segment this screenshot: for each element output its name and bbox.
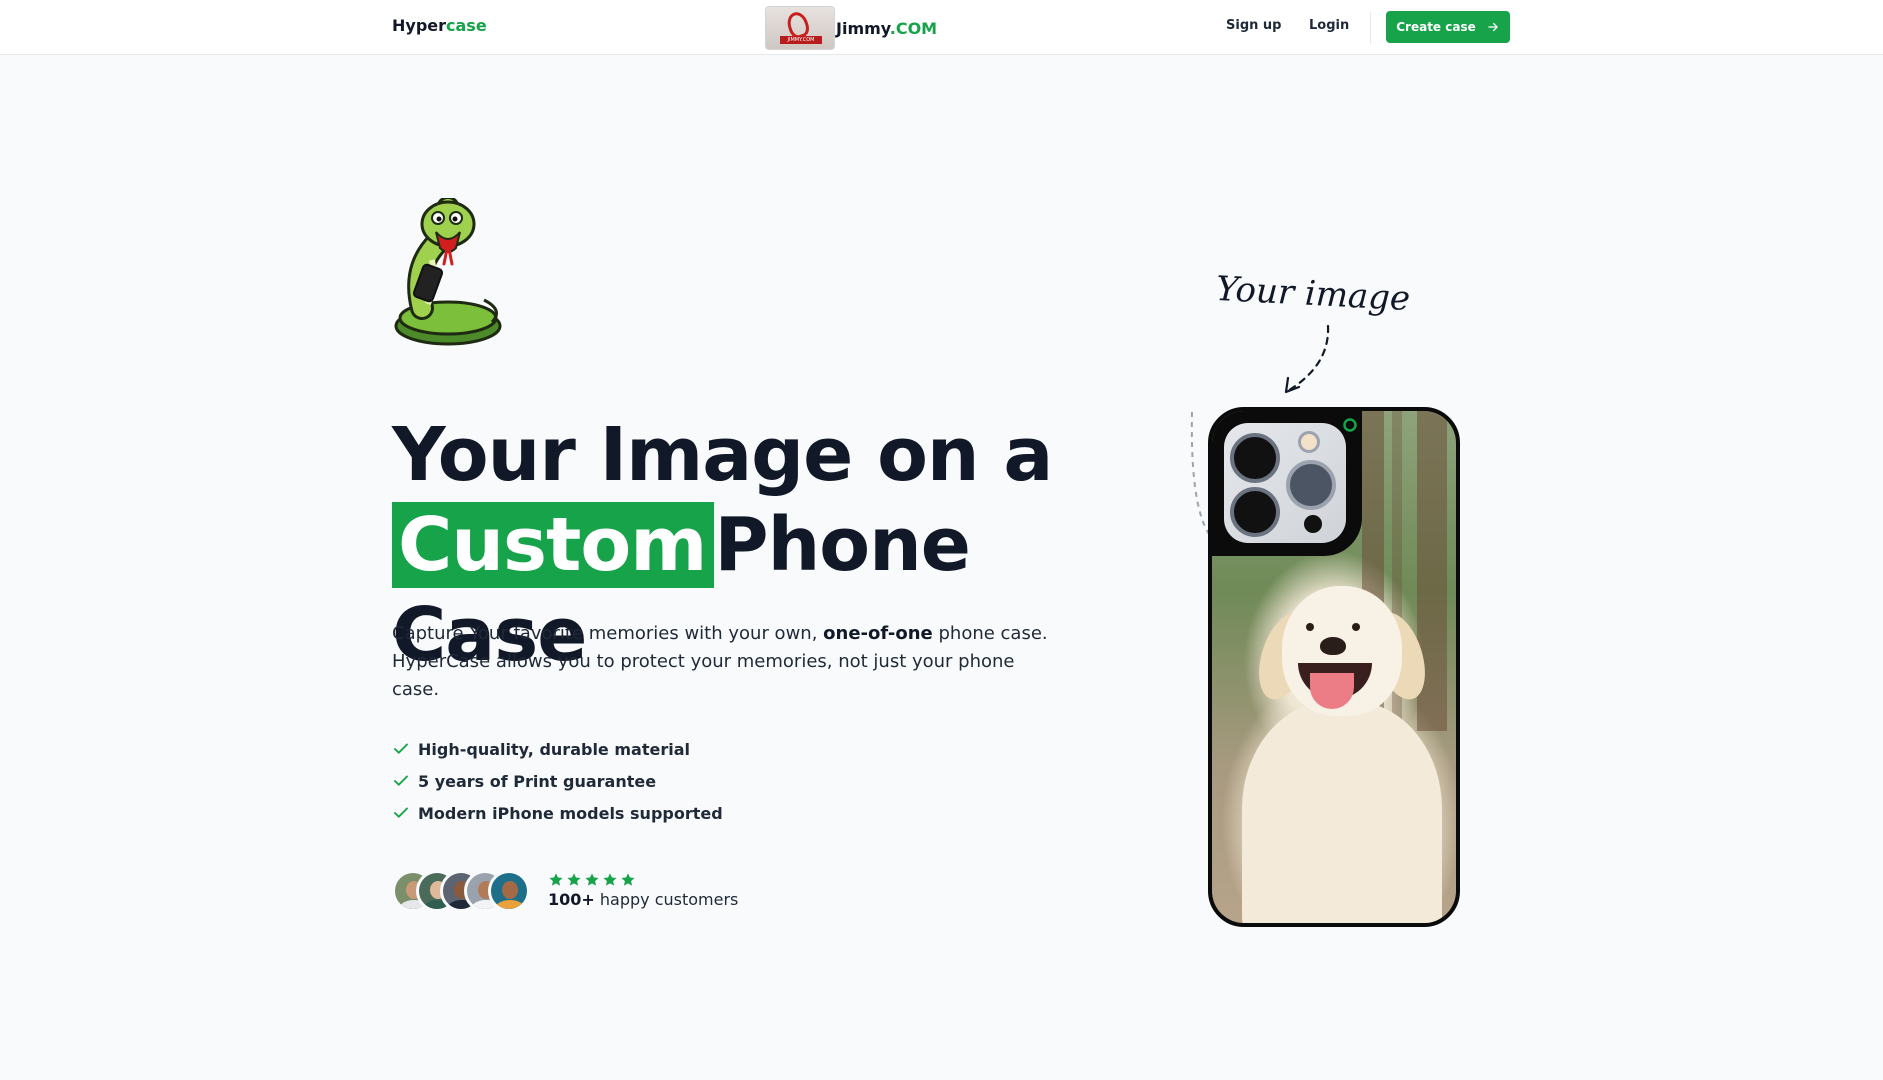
- star-icon: [549, 873, 563, 886]
- camera-lens-icon: [1230, 433, 1280, 483]
- desc-bold: one-of-one: [823, 623, 933, 644]
- center-site-logo[interactable]: JIMMY.COM Jimmy.COM: [766, 6, 937, 50]
- brand-logo[interactable]: Hypercase: [392, 16, 487, 35]
- star-icon: [603, 873, 617, 886]
- list-item: Modern iPhone models supported: [392, 797, 723, 829]
- snake-mascot-icon: [394, 198, 502, 346]
- brand-main: Hyper: [392, 16, 447, 35]
- customer-avatars: [392, 870, 530, 914]
- brand-accent: case: [446, 16, 487, 35]
- top-navbar: Hypercase JIMMY.COM Jimmy.COM Sign up Lo…: [0, 0, 1883, 55]
- feature-label: 5 years of Print guarantee: [418, 771, 657, 791]
- feature-label: Modern iPhone models supported: [418, 803, 723, 823]
- check-icon: [394, 743, 408, 754]
- nav-divider: [1370, 12, 1371, 44]
- signup-link[interactable]: Sign up: [1226, 18, 1281, 33]
- star-icon: [585, 873, 599, 886]
- feature-label: High-quality, durable material: [418, 739, 690, 759]
- center-name: Jimmy: [836, 18, 890, 38]
- camera-module: [1212, 411, 1362, 556]
- list-item: 5 years of Print guarantee: [392, 765, 723, 797]
- star-rating: [548, 872, 738, 888]
- create-case-label: Create case: [1396, 20, 1476, 34]
- check-icon: [394, 775, 408, 786]
- star-icon: [621, 873, 635, 886]
- your-image-annotation: Your image: [1215, 268, 1412, 320]
- phone-case-preview: [1208, 407, 1460, 927]
- camera-lens-icon: [1230, 487, 1280, 537]
- star-icon: [567, 873, 581, 886]
- feature-list: High-quality, durable material 5 years o…: [392, 733, 723, 829]
- rating-label: happy customers: [594, 890, 739, 909]
- headline-line1: Your Image on a: [392, 412, 1053, 498]
- customer-rating: 100+ happy customers: [548, 872, 738, 909]
- avatar: [488, 870, 530, 912]
- camera-lens-icon: [1286, 460, 1336, 510]
- rating-text: 100+ happy customers: [548, 890, 738, 909]
- check-icon: [394, 807, 408, 818]
- headline-highlight: Custom: [392, 502, 715, 588]
- green-ring-icon: [1343, 418, 1357, 432]
- arrow-right-icon: [1488, 22, 1498, 32]
- rating-count: 100+: [548, 890, 595, 909]
- site-badge-icon: JIMMY.COM: [766, 7, 834, 49]
- hero-description: Capture Your favorite memories with your…: [392, 620, 1052, 704]
- create-case-button[interactable]: Create case: [1386, 11, 1510, 43]
- flash-icon: [1298, 431, 1320, 453]
- center-accent: .COM: [889, 18, 938, 38]
- login-link[interactable]: Login: [1309, 18, 1349, 33]
- dashed-arrow-icon: [1284, 324, 1330, 394]
- list-item: High-quality, durable material: [392, 733, 723, 765]
- desc-part-1: Capture Your favorite memories with your…: [392, 623, 824, 644]
